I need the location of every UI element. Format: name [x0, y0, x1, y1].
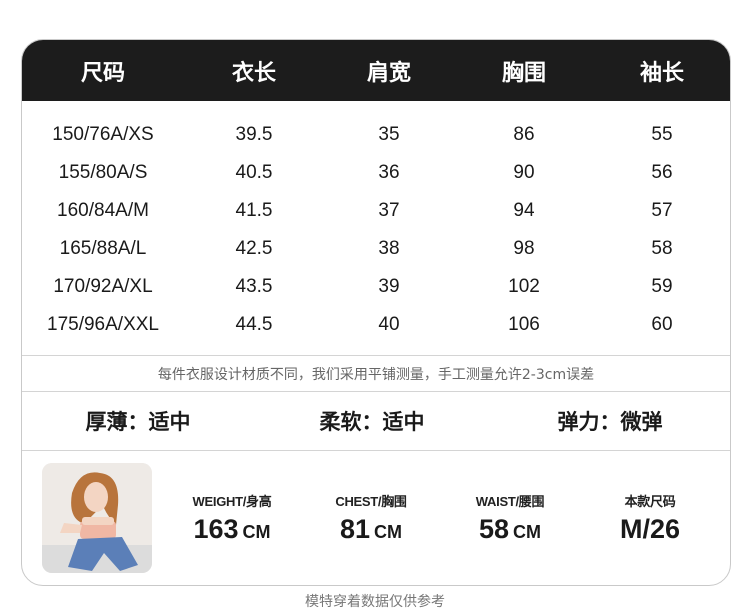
cell-length: 40.5 — [235, 162, 273, 183]
cell-length: 42.5 — [235, 238, 273, 259]
cell-shoulder: 37 — [378, 200, 400, 221]
height-unit: CM — [242, 522, 271, 542]
cell-length: 41.5 — [235, 200, 273, 221]
chest-label: CHEST/胸围 — [335, 494, 407, 509]
table-row: 175/96A/XXL 44.5 40 106 60 — [22, 306, 730, 344]
model-height: WEIGHT/身高 163 CM — [177, 491, 287, 545]
cell-size: 150/76A/XS — [52, 124, 154, 145]
cell-chest: 86 — [513, 124, 535, 145]
cell-shoulder: 38 — [378, 238, 400, 259]
cell-shoulder: 35 — [378, 124, 400, 145]
cell-chest: 106 — [508, 314, 540, 335]
model-info: WEIGHT/身高 163 CM CHEST/胸围 81 CM WAIST/腰围 5… — [22, 451, 730, 585]
waist-value-row: 58 CM — [455, 514, 565, 545]
cell-size: 160/84A/M — [57, 200, 149, 221]
cell-shoulder: 39 — [378, 276, 400, 297]
chest-unit: CM — [374, 522, 403, 542]
table-header: 尺码 衣长 肩宽 胸围 袖长 — [22, 40, 730, 101]
table-row: 165/88A/L 42.5 38 98 58 — [22, 230, 730, 268]
model-photo — [42, 463, 152, 573]
cell-length: 43.5 — [235, 276, 273, 297]
cell-shoulder: 36 — [378, 162, 400, 183]
table-row: 170/92A/XL 43.5 39 102 59 — [22, 268, 730, 306]
waist-value: 58 — [478, 514, 510, 544]
cell-chest: 98 — [513, 238, 535, 259]
model-size: 本款尺码 M/26 — [595, 491, 705, 545]
trait-thickness: 厚薄：适中 — [85, 410, 191, 434]
fabric-traits: 厚薄：适中 柔软：适中 弹力：微弹 — [22, 392, 730, 450]
height-value: 163 — [193, 514, 239, 544]
height-value-row: 163 CM — [177, 514, 287, 545]
header-size: 尺码 — [80, 60, 125, 86]
cell-sleeve: 58 — [651, 238, 673, 259]
cell-size: 170/92A/XL — [53, 276, 153, 297]
chest-value: 81 — [339, 514, 371, 544]
size-chart-card: 尺码 衣长 肩宽 胸围 袖长 150/76A/XS 39.5 35 86 55 … — [21, 39, 731, 586]
size-label: 本款尺码 — [624, 494, 676, 509]
model-waist: WAIST/腰围 58 CM — [455, 491, 565, 545]
trait-softness: 柔软：适中 — [319, 410, 425, 434]
cell-sleeve: 55 — [651, 124, 673, 145]
table-row: 150/76A/XS 39.5 35 86 55 — [22, 116, 730, 154]
cell-sleeve: 60 — [651, 314, 673, 335]
cell-size: 175/96A/XXL — [47, 314, 159, 335]
header-shoulder: 肩宽 — [366, 60, 411, 86]
cell-sleeve: 57 — [651, 200, 673, 221]
chest-value-row: 81 CM — [316, 514, 426, 545]
table-row: 160/84A/M 41.5 37 94 57 — [22, 192, 730, 230]
size-table-body: 150/76A/XS 39.5 35 86 55 155/80A/S 40.5 … — [22, 116, 730, 344]
cell-length: 44.5 — [235, 314, 273, 335]
reference-caption: 模特穿着数据仅供参考 — [305, 594, 445, 610]
height-label: WEIGHT/身高 — [192, 494, 272, 509]
cell-length: 39.5 — [235, 124, 273, 145]
header-chest: 胸围 — [501, 60, 546, 86]
header-length: 衣长 — [231, 60, 276, 86]
waist-label: WAIST/腰围 — [475, 494, 545, 509]
cell-size: 155/80A/S — [58, 162, 148, 183]
cell-chest: 102 — [508, 276, 540, 297]
cell-chest: 90 — [513, 162, 535, 183]
cell-size: 165/88A/L — [59, 238, 147, 259]
size-value: M/26 — [619, 514, 681, 544]
header-sleeve: 袖长 — [639, 60, 684, 86]
cell-sleeve: 56 — [651, 162, 673, 183]
measurement-note: 每件衣服设计材质不同，我们采用平铺测量，手工测量允许2-3cm误差 — [157, 367, 595, 383]
table-row: 155/80A/S 40.5 36 90 56 — [22, 154, 730, 192]
cell-chest: 94 — [513, 200, 535, 221]
waist-unit: CM — [513, 522, 542, 542]
cell-shoulder: 40 — [378, 314, 400, 335]
model-chest: CHEST/胸围 81 CM — [316, 491, 426, 545]
cell-sleeve: 59 — [651, 276, 673, 297]
trait-elasticity: 弹力：微弹 — [557, 410, 663, 434]
